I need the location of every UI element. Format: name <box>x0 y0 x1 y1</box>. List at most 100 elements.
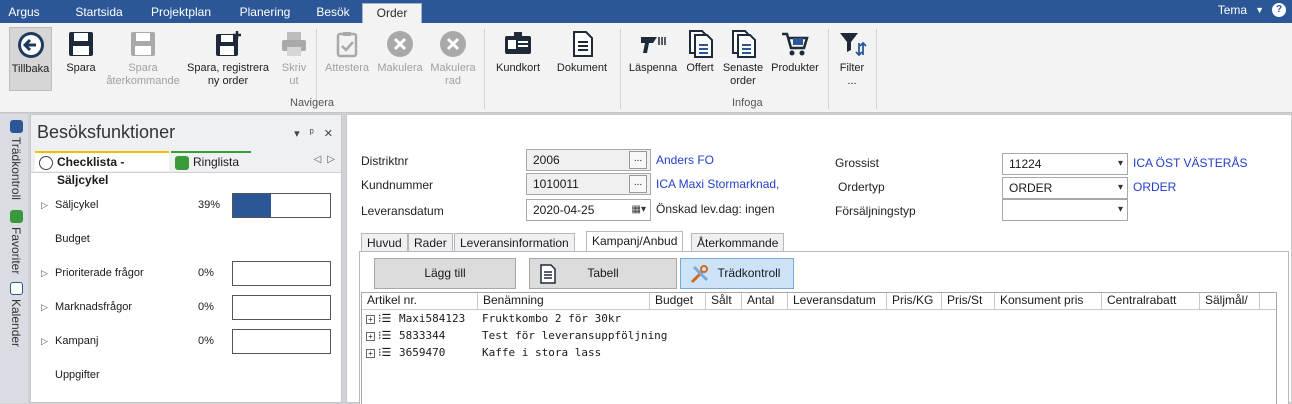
grid-column-header[interactable]: Antal <box>742 293 788 310</box>
save-register-new-button[interactable]: Spara, registrera ny order <box>184 27 272 91</box>
kundnummer-lookup-button[interactable]: ... <box>629 175 647 193</box>
tab-planering[interactable]: Planering <box>228 3 302 23</box>
vtab-tradkontroll[interactable]: Trädkontroll <box>9 120 23 200</box>
expand-arrow-icon[interactable]: ▷ <box>41 336 48 347</box>
filter-button[interactable]: Filter ... <box>834 27 870 91</box>
chevron-down-icon: ▾ <box>1117 182 1123 193</box>
grid-column-header[interactable]: Budget <box>650 293 706 310</box>
products-button[interactable]: Produkter <box>768 27 822 91</box>
grossist-select[interactable]: 11224 ▾ <box>1002 153 1128 175</box>
customer-card-icon <box>505 32 531 54</box>
checklist-item[interactable]: ▷ Kampanj 0% <box>35 327 337 361</box>
print-button[interactable]: Skriv ut <box>276 27 312 91</box>
distriktnr-lookup-button[interactable]: ... <box>629 151 647 169</box>
calendar-dropdown-icon[interactable]: ▦▾ <box>632 200 646 220</box>
grid-column-header[interactable]: Säljmål/ <box>1200 293 1260 310</box>
grid-column-header[interactable]: Centralrabatt <box>1102 293 1200 310</box>
vtab-kalender[interactable]: Kalender <box>9 282 23 347</box>
expand-plus-icon[interactable]: + <box>366 332 375 341</box>
tab-kampanj-anbud[interactable]: Kampanj/Anbud <box>586 231 684 253</box>
quote-icon <box>689 30 713 58</box>
save-label: Spara <box>66 62 96 74</box>
kundnummer-name-link[interactable]: ICA Maxi Stormarknad, <box>656 177 779 191</box>
distriktnr-name-link[interactable]: Anders FO <box>656 153 714 167</box>
expand-plus-icon[interactable]: + <box>366 349 375 358</box>
forsaljningstyp-label: Försäljningstyp <box>835 204 916 218</box>
panel-dropdown-icon[interactable]: ▾ <box>294 127 300 140</box>
scroll-right-icon[interactable]: ▷ <box>327 154 335 165</box>
latest-order-button[interactable]: Senaste order <box>720 27 766 91</box>
grid-column-header[interactable]: Artikel nr. <box>362 293 478 310</box>
ordertyp-select[interactable]: ORDER ▾ <box>1002 177 1128 199</box>
grid-row[interactable]: + ⁝☰ 3659470 Kaffe i stora lass <box>362 345 1276 362</box>
grid-column-header[interactable]: Pris/St <box>942 293 995 310</box>
save-register-label-1: Spara, registrera <box>187 62 269 74</box>
tab-ringlista[interactable]: Ringlista <box>171 151 251 171</box>
grid-column-header[interactable]: Benämning <box>478 293 650 310</box>
grid-row[interactable]: + ⁝☰ Maxi584123 Fruktkombo 2 för 30kr <box>362 311 1276 328</box>
tree-control-button[interactable]: Trädkontroll <box>680 258 794 289</box>
tab-checklista[interactable]: Checklista - Säljcykel <box>35 151 169 187</box>
grid-cell-artikel: 5833344 <box>399 329 446 342</box>
attest-icon <box>336 32 358 58</box>
expand-plus-icon[interactable]: + <box>366 315 375 324</box>
checklist-item[interactable]: Budget <box>35 225 337 259</box>
latest-order-label-1: Senaste <box>722 62 764 74</box>
void-row-button[interactable]: Makulera rad <box>428 27 478 91</box>
panel-tab-scroll: ◁ ▷ <box>314 154 335 165</box>
checklist-item-percent: 39% <box>198 199 221 211</box>
tab-huvud[interactable]: Huvud <box>361 233 408 253</box>
grid-column-header[interactable]: Pris/KG <box>887 293 942 310</box>
void-button[interactable]: Makulera <box>374 27 426 91</box>
tab-argus[interactable]: Argus <box>0 3 48 23</box>
customer-card-label: Kundkort <box>495 62 541 74</box>
ribbon-group-infoga: Infoga <box>732 97 763 109</box>
grid-row[interactable]: + ⁝☰ 5833344 Test för leveransuppföljning <box>362 328 1276 345</box>
save-recurring-button[interactable]: Spara återkommande <box>104 27 182 91</box>
panel-header: Besöksfunktioner ▾ ᵖ ✕ <box>31 115 341 149</box>
back-button[interactable]: Tillbaka <box>9 27 52 91</box>
theme-dropdown-icon[interactable]: ▼ <box>1255 5 1264 15</box>
grid-cell-artikel: Maxi584123 <box>399 312 466 325</box>
grossist-name-link[interactable]: ICA ÖST VÄSTERÅS <box>1133 156 1247 170</box>
checklist-item[interactable]: ▷ Säljcykel 39% <box>35 191 337 225</box>
expand-arrow-icon[interactable]: ▷ <box>41 268 48 279</box>
scanner-pen-button[interactable]: Läspenna <box>626 27 680 91</box>
help-icon[interactable]: ? <box>1272 3 1286 17</box>
checklist-item[interactable]: Uppgifter <box>35 361 337 395</box>
tab-startsida[interactable]: Startsida <box>60 3 138 23</box>
tab-projektplan[interactable]: Projektplan <box>142 3 220 23</box>
tab-rader[interactable]: Rader <box>408 233 453 253</box>
expand-arrow-icon[interactable]: ▷ <box>41 302 48 313</box>
save-button[interactable]: Spara <box>60 27 102 91</box>
checklist-item[interactable]: ▷ Marknadsfrågor 0% <box>35 293 337 327</box>
document-button[interactable]: Dokument <box>552 27 612 91</box>
scanner-icon <box>641 37 666 53</box>
ordertyp-name-link[interactable]: ORDER <box>1133 180 1176 194</box>
scroll-left-icon[interactable]: ◁ <box>314 154 322 165</box>
panel-pin-icon[interactable]: ᵖ <box>310 127 314 140</box>
forsaljningstyp-select[interactable]: ▾ <box>1002 199 1128 221</box>
checklist-progress-bar <box>232 295 331 320</box>
vtab-favoriter[interactable]: Favoriter <box>9 210 23 274</box>
tab-besok[interactable]: Besök <box>306 3 360 23</box>
tab-ringlista-label: Ringlista <box>193 155 240 169</box>
tab-order[interactable]: Order <box>362 3 422 23</box>
grid-column-header[interactable]: Sålt <box>706 293 742 310</box>
grid-column-header[interactable]: Leveransdatum <box>788 293 887 310</box>
panel-close-icon[interactable]: ✕ <box>324 127 333 140</box>
leveransdatum-field[interactable]: 2020-04-25 ▦▾ <box>526 199 651 221</box>
tab-leveransinformation[interactable]: Leveransinformation <box>454 233 575 253</box>
progress-fill <box>233 194 271 217</box>
grid-column-header[interactable]: Konsument pris <box>995 293 1102 310</box>
theme-menu[interactable]: Tema <box>1218 3 1247 17</box>
tab-aterkommande[interactable]: Återkommande <box>691 233 785 253</box>
table-view-button[interactable]: Tabell <box>529 258 677 289</box>
checklist-item[interactable]: ▷ Prioriterade frågor 0% <box>35 259 337 293</box>
customer-card-button[interactable]: Kundkort <box>492 27 544 91</box>
quote-button[interactable]: Offert <box>682 27 718 91</box>
expand-arrow-icon[interactable]: ▷ <box>41 200 48 211</box>
add-button[interactable]: Lägg till <box>374 258 516 289</box>
attest-button[interactable]: Attestera <box>322 27 372 91</box>
document-icon <box>573 31 593 57</box>
